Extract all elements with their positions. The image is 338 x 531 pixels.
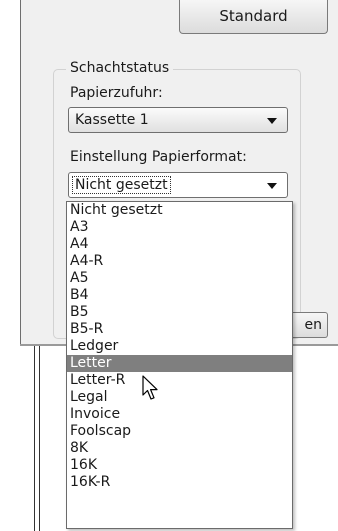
dropdown-option[interactable]: Letter-R [67, 372, 292, 389]
dropdown-option[interactable]: Nicht gesetzt [67, 202, 292, 219]
dropdown-option[interactable]: 16K-R [67, 474, 292, 491]
partial-button-label: en [304, 317, 323, 333]
partial-button[interactable]: en [293, 312, 328, 338]
dropdown-option[interactable]: Legal [67, 389, 292, 406]
dropdown-option[interactable]: Ledger [67, 338, 292, 355]
paper-format-label: Einstellung Papierformat: [70, 149, 247, 165]
background-line [34, 346, 35, 531]
dropdown-option[interactable]: B5 [67, 304, 292, 321]
paper-format-select[interactable]: Nicht gesetzt [68, 172, 288, 198]
dropdown-option[interactable]: A4 [67, 236, 292, 253]
background-line [39, 346, 40, 531]
dropdown-option[interactable]: 16K [67, 457, 292, 474]
paper-format-dropdown-list[interactable]: Nicht gesetzt A3 A4 A4-R A5 B4 B5 B5-R L… [66, 201, 293, 529]
paper-feed-select[interactable]: Kassette 1 [68, 107, 288, 133]
chevron-down-icon [267, 118, 277, 124]
dropdown-option[interactable]: Foolscap [67, 423, 292, 440]
group-title: Schachtstatus [66, 58, 174, 78]
standard-button[interactable]: Standard [179, 0, 328, 34]
dropdown-option[interactable]: A3 [67, 219, 292, 236]
dropdown-option[interactable]: Invoice [67, 406, 292, 423]
paper-feed-label: Papierzufuhr: [70, 85, 163, 101]
dropdown-option[interactable]: B5-R [67, 321, 292, 338]
dropdown-option-highlighted[interactable]: Letter [67, 355, 292, 372]
paper-format-value: Nicht gesetzt [72, 176, 171, 194]
mouse-pointer-icon [142, 375, 158, 400]
paper-feed-value: Kassette 1 [75, 112, 149, 128]
chevron-down-icon [267, 183, 277, 189]
dropdown-option[interactable]: A5 [67, 270, 292, 287]
dropdown-option[interactable]: B4 [67, 287, 292, 304]
dropdown-option[interactable]: A4-R [67, 253, 292, 270]
dropdown-option[interactable]: 8K [67, 440, 292, 457]
